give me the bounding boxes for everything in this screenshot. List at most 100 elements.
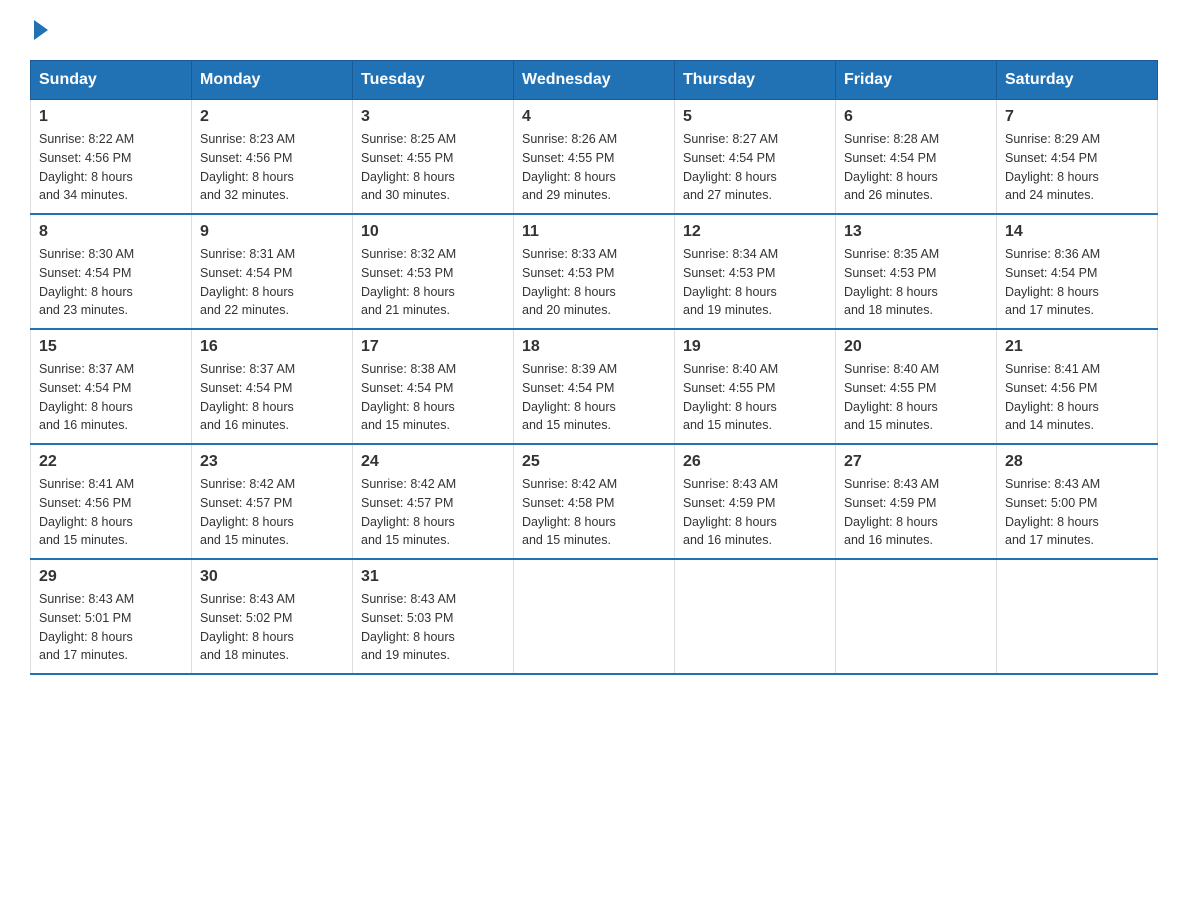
calendar-day-cell: 13 Sunrise: 8:35 AMSunset: 4:53 PMDaylig… (836, 214, 997, 329)
day-number: 25 (522, 453, 666, 471)
calendar-day-cell: 28 Sunrise: 8:43 AMSunset: 5:00 PMDaylig… (997, 444, 1158, 559)
day-number: 16 (200, 338, 344, 356)
calendar-day-cell: 16 Sunrise: 8:37 AMSunset: 4:54 PMDaylig… (192, 329, 353, 444)
day-number: 24 (361, 453, 505, 471)
day-info: Sunrise: 8:34 AMSunset: 4:53 PMDaylight:… (683, 245, 827, 320)
day-info: Sunrise: 8:41 AMSunset: 4:56 PMDaylight:… (39, 475, 183, 550)
day-info: Sunrise: 8:22 AMSunset: 4:56 PMDaylight:… (39, 130, 183, 205)
calendar-day-cell: 7 Sunrise: 8:29 AMSunset: 4:54 PMDayligh… (997, 100, 1158, 215)
calendar-day-cell: 30 Sunrise: 8:43 AMSunset: 5:02 PMDaylig… (192, 559, 353, 674)
logo-arrow-icon (34, 20, 48, 40)
day-info: Sunrise: 8:31 AMSunset: 4:54 PMDaylight:… (200, 245, 344, 320)
day-number: 1 (39, 108, 183, 126)
day-info: Sunrise: 8:43 AMSunset: 5:01 PMDaylight:… (39, 590, 183, 665)
day-info: Sunrise: 8:42 AMSunset: 4:58 PMDaylight:… (522, 475, 666, 550)
calendar-day-cell: 19 Sunrise: 8:40 AMSunset: 4:55 PMDaylig… (675, 329, 836, 444)
day-number: 19 (683, 338, 827, 356)
day-number: 13 (844, 223, 988, 241)
calendar-day-cell: 26 Sunrise: 8:43 AMSunset: 4:59 PMDaylig… (675, 444, 836, 559)
calendar-day-cell: 14 Sunrise: 8:36 AMSunset: 4:54 PMDaylig… (997, 214, 1158, 329)
calendar-day-cell: 23 Sunrise: 8:42 AMSunset: 4:57 PMDaylig… (192, 444, 353, 559)
day-number: 23 (200, 453, 344, 471)
calendar-day-cell: 31 Sunrise: 8:43 AMSunset: 5:03 PMDaylig… (353, 559, 514, 674)
day-info: Sunrise: 8:25 AMSunset: 4:55 PMDaylight:… (361, 130, 505, 205)
day-number: 31 (361, 568, 505, 586)
calendar-day-cell: 22 Sunrise: 8:41 AMSunset: 4:56 PMDaylig… (31, 444, 192, 559)
day-number: 5 (683, 108, 827, 126)
calendar-day-cell (514, 559, 675, 674)
day-of-week-header: Saturday (997, 61, 1158, 100)
day-number: 4 (522, 108, 666, 126)
calendar-week-row: 22 Sunrise: 8:41 AMSunset: 4:56 PMDaylig… (31, 444, 1158, 559)
day-info: Sunrise: 8:40 AMSunset: 4:55 PMDaylight:… (844, 360, 988, 435)
day-number: 30 (200, 568, 344, 586)
day-of-week-header: Sunday (31, 61, 192, 100)
day-info: Sunrise: 8:42 AMSunset: 4:57 PMDaylight:… (200, 475, 344, 550)
day-info: Sunrise: 8:30 AMSunset: 4:54 PMDaylight:… (39, 245, 183, 320)
calendar-day-cell: 11 Sunrise: 8:33 AMSunset: 4:53 PMDaylig… (514, 214, 675, 329)
calendar-day-cell (836, 559, 997, 674)
day-info: Sunrise: 8:32 AMSunset: 4:53 PMDaylight:… (361, 245, 505, 320)
day-info: Sunrise: 8:29 AMSunset: 4:54 PMDaylight:… (1005, 130, 1149, 205)
calendar-day-cell: 24 Sunrise: 8:42 AMSunset: 4:57 PMDaylig… (353, 444, 514, 559)
calendar-day-cell: 5 Sunrise: 8:27 AMSunset: 4:54 PMDayligh… (675, 100, 836, 215)
calendar-header-row: SundayMondayTuesdayWednesdayThursdayFrid… (31, 61, 1158, 100)
calendar-day-cell: 3 Sunrise: 8:25 AMSunset: 4:55 PMDayligh… (353, 100, 514, 215)
day-info: Sunrise: 8:27 AMSunset: 4:54 PMDaylight:… (683, 130, 827, 205)
day-info: Sunrise: 8:35 AMSunset: 4:53 PMDaylight:… (844, 245, 988, 320)
day-number: 7 (1005, 108, 1149, 126)
day-number: 9 (200, 223, 344, 241)
day-info: Sunrise: 8:39 AMSunset: 4:54 PMDaylight:… (522, 360, 666, 435)
calendar-day-cell: 8 Sunrise: 8:30 AMSunset: 4:54 PMDayligh… (31, 214, 192, 329)
calendar-day-cell: 6 Sunrise: 8:28 AMSunset: 4:54 PMDayligh… (836, 100, 997, 215)
calendar-day-cell: 2 Sunrise: 8:23 AMSunset: 4:56 PMDayligh… (192, 100, 353, 215)
calendar-day-cell: 21 Sunrise: 8:41 AMSunset: 4:56 PMDaylig… (997, 329, 1158, 444)
day-number: 22 (39, 453, 183, 471)
day-info: Sunrise: 8:37 AMSunset: 4:54 PMDaylight:… (39, 360, 183, 435)
calendar-day-cell: 18 Sunrise: 8:39 AMSunset: 4:54 PMDaylig… (514, 329, 675, 444)
day-info: Sunrise: 8:43 AMSunset: 4:59 PMDaylight:… (683, 475, 827, 550)
day-number: 11 (522, 223, 666, 241)
day-of-week-header: Friday (836, 61, 997, 100)
day-number: 12 (683, 223, 827, 241)
calendar-day-cell: 20 Sunrise: 8:40 AMSunset: 4:55 PMDaylig… (836, 329, 997, 444)
day-number: 29 (39, 568, 183, 586)
calendar-day-cell: 25 Sunrise: 8:42 AMSunset: 4:58 PMDaylig… (514, 444, 675, 559)
calendar-day-cell: 1 Sunrise: 8:22 AMSunset: 4:56 PMDayligh… (31, 100, 192, 215)
day-info: Sunrise: 8:41 AMSunset: 4:56 PMDaylight:… (1005, 360, 1149, 435)
day-info: Sunrise: 8:43 AMSunset: 5:02 PMDaylight:… (200, 590, 344, 665)
day-info: Sunrise: 8:43 AMSunset: 5:00 PMDaylight:… (1005, 475, 1149, 550)
day-info: Sunrise: 8:37 AMSunset: 4:54 PMDaylight:… (200, 360, 344, 435)
day-of-week-header: Thursday (675, 61, 836, 100)
calendar-week-row: 1 Sunrise: 8:22 AMSunset: 4:56 PMDayligh… (31, 100, 1158, 215)
calendar-day-cell: 29 Sunrise: 8:43 AMSunset: 5:01 PMDaylig… (31, 559, 192, 674)
day-info: Sunrise: 8:33 AMSunset: 4:53 PMDaylight:… (522, 245, 666, 320)
day-number: 10 (361, 223, 505, 241)
day-number: 26 (683, 453, 827, 471)
page-header (30, 20, 1158, 40)
day-info: Sunrise: 8:40 AMSunset: 4:55 PMDaylight:… (683, 360, 827, 435)
calendar-week-row: 15 Sunrise: 8:37 AMSunset: 4:54 PMDaylig… (31, 329, 1158, 444)
day-number: 3 (361, 108, 505, 126)
calendar-day-cell: 15 Sunrise: 8:37 AMSunset: 4:54 PMDaylig… (31, 329, 192, 444)
calendar-day-cell: 10 Sunrise: 8:32 AMSunset: 4:53 PMDaylig… (353, 214, 514, 329)
day-of-week-header: Tuesday (353, 61, 514, 100)
day-number: 18 (522, 338, 666, 356)
day-number: 2 (200, 108, 344, 126)
calendar-day-cell: 4 Sunrise: 8:26 AMSunset: 4:55 PMDayligh… (514, 100, 675, 215)
day-number: 8 (39, 223, 183, 241)
day-number: 15 (39, 338, 183, 356)
calendar-week-row: 8 Sunrise: 8:30 AMSunset: 4:54 PMDayligh… (31, 214, 1158, 329)
calendar-day-cell: 9 Sunrise: 8:31 AMSunset: 4:54 PMDayligh… (192, 214, 353, 329)
calendar-day-cell: 12 Sunrise: 8:34 AMSunset: 4:53 PMDaylig… (675, 214, 836, 329)
day-info: Sunrise: 8:38 AMSunset: 4:54 PMDaylight:… (361, 360, 505, 435)
day-info: Sunrise: 8:43 AMSunset: 4:59 PMDaylight:… (844, 475, 988, 550)
calendar-day-cell: 17 Sunrise: 8:38 AMSunset: 4:54 PMDaylig… (353, 329, 514, 444)
day-number: 27 (844, 453, 988, 471)
day-number: 21 (1005, 338, 1149, 356)
day-number: 28 (1005, 453, 1149, 471)
day-info: Sunrise: 8:36 AMSunset: 4:54 PMDaylight:… (1005, 245, 1149, 320)
day-info: Sunrise: 8:42 AMSunset: 4:57 PMDaylight:… (361, 475, 505, 550)
calendar-week-row: 29 Sunrise: 8:43 AMSunset: 5:01 PMDaylig… (31, 559, 1158, 674)
calendar-table: SundayMondayTuesdayWednesdayThursdayFrid… (30, 60, 1158, 675)
